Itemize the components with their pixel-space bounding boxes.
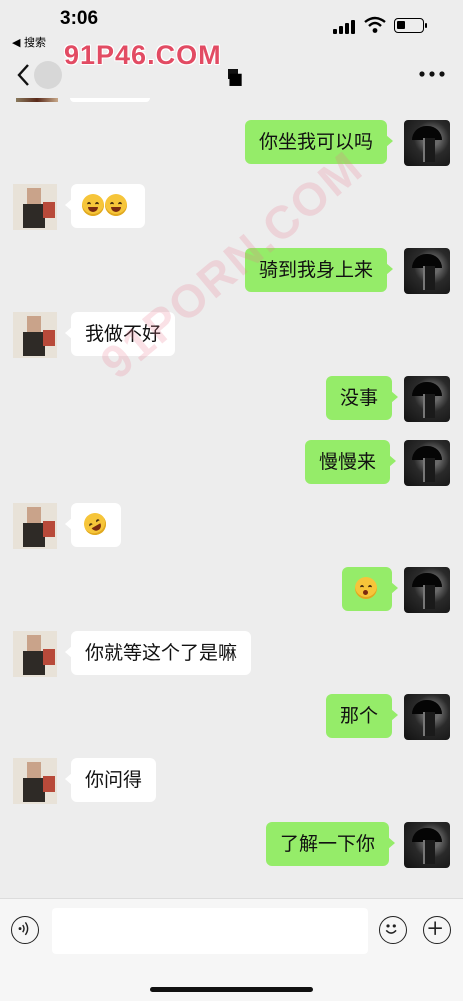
contact-avatar — [34, 61, 62, 89]
my-avatar[interactable] — [404, 248, 450, 294]
back-to-app-link[interactable]: ◀ 搜索 — [12, 34, 46, 50]
my-avatar[interactable] — [404, 120, 450, 166]
message-bubble-out[interactable]: 了解一下你 — [266, 822, 396, 866]
my-avatar[interactable] — [404, 822, 450, 868]
rolling-laughing-emoji — [79, 508, 111, 540]
message-bubble-out[interactable]: 你坐我可以吗 — [245, 120, 394, 164]
message-bubble-out[interactable]: 没事 — [326, 376, 399, 420]
tears-of-joy-emoji — [105, 194, 127, 216]
chat-message-list[interactable]: 你坐我可以吗 骑到我身上来 我做不好 没事 慢慢来 你就等这个了是嘛 那个 你问… — [0, 98, 463, 898]
message-bubble-out[interactable]: 骑到我身上来 — [245, 248, 394, 292]
contact-avatar-pixelated[interactable] — [13, 631, 57, 677]
back-arrow-icon[interactable] — [14, 62, 34, 88]
more-functions-plus-icon[interactable] — [423, 916, 451, 944]
wifi-icon — [364, 16, 386, 33]
my-avatar[interactable] — [404, 567, 450, 613]
contact-avatar-pixelated[interactable] — [13, 503, 57, 549]
message-bubble-out[interactable]: 慢慢来 — [305, 440, 397, 484]
battery-cap — [425, 23, 427, 28]
message-bubble-in[interactable] — [65, 184, 145, 228]
message-text-input[interactable] — [52, 908, 368, 954]
chat-title: ■ — [228, 69, 244, 88]
voice-input-icon[interactable] — [11, 916, 39, 944]
message-input-bar — [0, 898, 463, 1001]
message-bubble-in[interactable]: 我做不好 — [64, 312, 176, 356]
contact-avatar-pixelated[interactable] — [13, 184, 57, 230]
message-bubble-out[interactable]: 那个 — [326, 694, 399, 738]
more-options-icon[interactable] — [418, 66, 446, 82]
emoji-picker-icon[interactable] — [379, 916, 407, 944]
message-bubble-out[interactable] — [342, 567, 398, 611]
contact-avatar-pixelated[interactable] — [13, 758, 57, 804]
message-bubble-in[interactable]: 你问得 — [64, 758, 157, 802]
status-time: 3:06 — [60, 8, 99, 29]
my-avatar[interactable] — [404, 694, 450, 740]
message-bubble-in[interactable] — [65, 503, 121, 547]
my-avatar[interactable] — [404, 376, 450, 422]
watermark-logo: 91P46.COM — [64, 40, 222, 70]
tears-of-joy-emoji — [82, 194, 104, 216]
battery-icon — [394, 18, 424, 33]
home-indicator[interactable] — [150, 987, 313, 992]
message-bubble-in[interactable]: 你就等这个了是嘛 — [64, 631, 252, 675]
kissing-emoji — [355, 577, 377, 599]
partial-message-bubble — [70, 98, 150, 102]
partial-avatar — [16, 98, 58, 102]
my-avatar[interactable] — [404, 440, 450, 486]
cellular-signal-icon — [333, 20, 357, 34]
contact-avatar-pixelated[interactable] — [13, 312, 57, 358]
